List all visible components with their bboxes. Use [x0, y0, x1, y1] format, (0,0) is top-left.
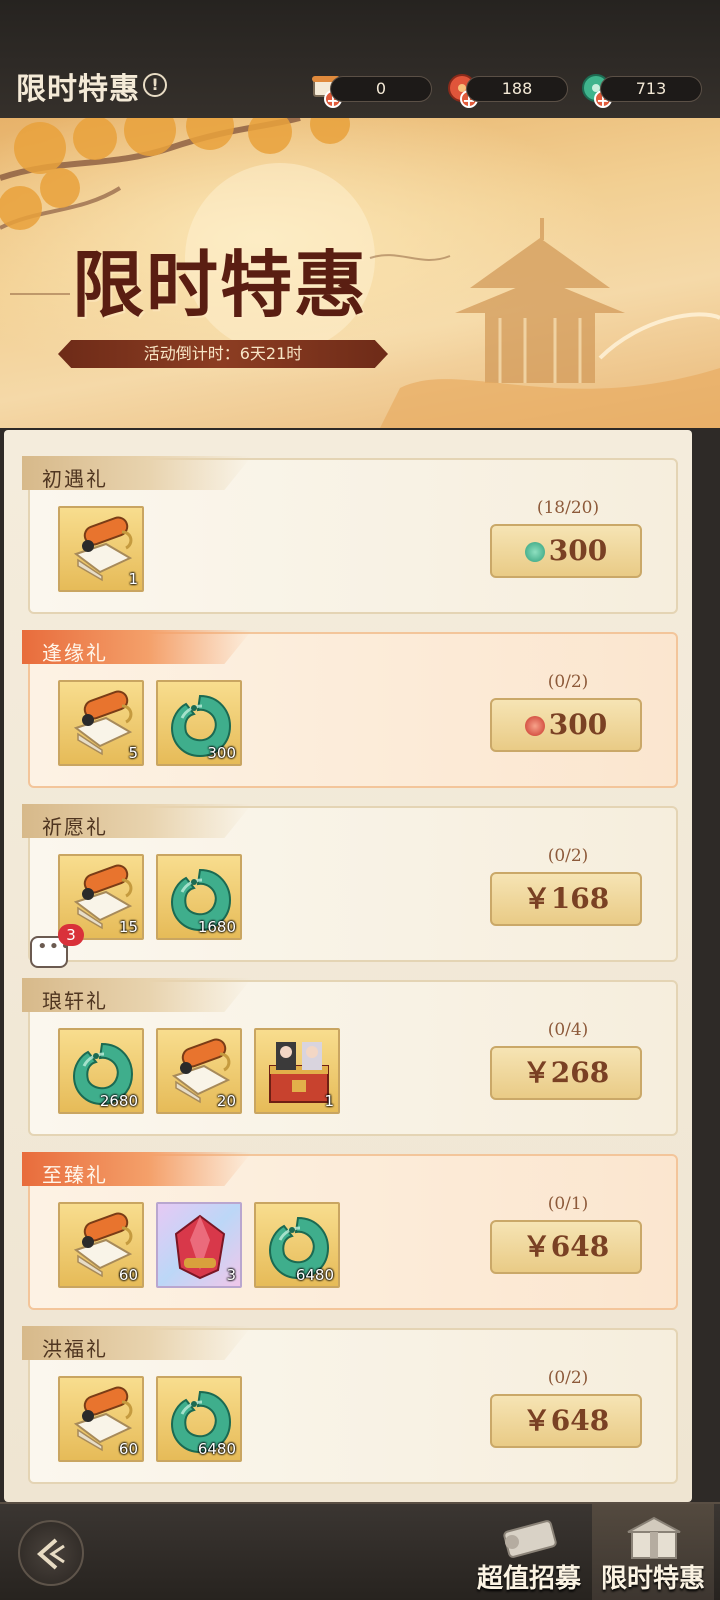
purchase-limit: (0/2) — [547, 1368, 589, 1388]
reward-item[interactable]: 5 — [58, 680, 144, 766]
reward-item[interactable]: 1 — [254, 1028, 340, 1114]
reward-item[interactable]: 60 — [58, 1376, 144, 1462]
price: ￥648 — [522, 1230, 610, 1263]
reward-item[interactable]: 300 — [156, 680, 242, 766]
purchase-limit: (0/1) — [547, 1194, 589, 1214]
banner-title: 限时特惠 — [72, 242, 369, 327]
reward-item[interactable]: 2680 — [58, 1028, 144, 1114]
pack-name: 初遇礼 — [42, 467, 108, 491]
reward-qty: 15 — [118, 918, 138, 936]
pack-card-zhizhen: 至臻礼 60 3 6480 (0/1) ￥648 — [22, 1152, 678, 1310]
reward-qty: 2680 — [99, 1092, 138, 1110]
reward-item[interactable]: 20 — [156, 1028, 242, 1114]
pack-card-chuyu: 初遇礼 1 (18/20) 300 — [22, 456, 678, 614]
scroll-stack-icon — [503, 1520, 557, 1558]
back-button[interactable] — [18, 1520, 84, 1586]
reward-item[interactable]: 1 — [58, 506, 144, 592]
pack-card-qiyuan: 祈愿礼 15 1680 (0/2) ￥168 — [22, 804, 678, 962]
reward-qty: 60 — [118, 1440, 138, 1458]
purchase-limit: (18/20) — [536, 498, 600, 518]
event-banner: 限时特惠 活动倒计时：6天21时 — [0, 118, 720, 428]
pack-name: 祈愿礼 — [42, 815, 108, 839]
reward-qty: 6480 — [295, 1266, 334, 1284]
buy-button[interactable]: ￥648 — [490, 1394, 642, 1448]
tab-limited-offer[interactable]: 限时特惠 — [592, 1504, 714, 1600]
buy-button[interactable]: ￥168 — [490, 872, 642, 926]
top-bar: 限时特惠 ! + 0 + 188 + 713 — [0, 0, 720, 118]
reward-item[interactable]: 3 — [156, 1202, 242, 1288]
price: 300 — [548, 708, 608, 741]
reward-qty: 60 — [118, 1266, 138, 1284]
scroll-ticket-count: 0 — [330, 76, 432, 102]
pack-card-langxuan: 琅轩礼 2680 20 1 (0/4) ￥268 — [22, 978, 678, 1136]
tab-recruit[interactable]: 超值招募 — [468, 1504, 590, 1600]
purchase-limit: (0/2) — [547, 846, 589, 866]
reward-qty: 6480 — [197, 1440, 236, 1458]
gift-box-icon — [627, 1516, 681, 1559]
info-icon[interactable]: ! — [143, 73, 167, 97]
reward-qty: 1680 — [197, 918, 236, 936]
reward-qty: 1 — [324, 1092, 334, 1110]
reward-item[interactable]: 6480 — [254, 1202, 340, 1288]
reward-qty: 1 — [128, 570, 138, 588]
buy-button[interactable]: 300 — [490, 698, 642, 752]
red-jade-count: 188 — [466, 76, 568, 102]
pack-name: 洪福礼 — [42, 1337, 108, 1361]
price: ￥648 — [522, 1404, 610, 1437]
tab-label: 限时特惠 — [600, 1564, 705, 1594]
reward-qty: 20 — [216, 1092, 236, 1110]
red-jade-icon — [524, 716, 545, 736]
buy-button[interactable]: ￥648 — [490, 1220, 642, 1274]
bottom-nav: 超值招募 限时特惠 — [0, 1502, 720, 1600]
pack-name: 至臻礼 — [42, 1163, 108, 1187]
pack-name: 琅轩礼 — [42, 989, 108, 1013]
price: 300 — [548, 534, 608, 567]
purchase-limit: (0/4) — [547, 1020, 589, 1040]
pack-card-hongfu: 洪福礼 60 6480 (0/2) ￥648 — [22, 1326, 678, 1484]
reward-item[interactable]: 60 — [58, 1202, 144, 1288]
price: ￥168 — [522, 882, 610, 915]
price: ￥268 — [522, 1056, 610, 1089]
buy-button[interactable]: 300 — [490, 524, 642, 578]
tab-label: 超值招募 — [476, 1564, 581, 1594]
reward-qty: 5 — [128, 744, 138, 762]
pack-name: 逢缘礼 — [42, 641, 108, 665]
chat-unread-badge: 3 — [58, 924, 84, 946]
buy-button[interactable]: ￥268 — [490, 1046, 642, 1100]
pack-card-fengyuan: 逢缘礼 5 300 (0/2) 300 — [22, 630, 678, 788]
page-title: 限时特惠 — [16, 72, 140, 107]
event-countdown: 活动倒计时：6天21时 — [58, 340, 388, 368]
reward-item[interactable]: 1680 — [156, 854, 242, 940]
green-jade-icon — [524, 542, 545, 562]
purchase-limit: (0/2) — [547, 672, 589, 692]
back-arrow-icon — [36, 1538, 65, 1570]
reward-qty: 300 — [207, 744, 236, 762]
reward-qty: 3 — [226, 1266, 236, 1284]
green-jade-count: 713 — [600, 76, 702, 102]
pack-list[interactable]: 初遇礼 1 (18/20) 300 逢缘礼 5 300 (0/2) 300 祈愿… — [4, 430, 692, 1502]
reward-item[interactable]: 6480 — [156, 1376, 242, 1462]
